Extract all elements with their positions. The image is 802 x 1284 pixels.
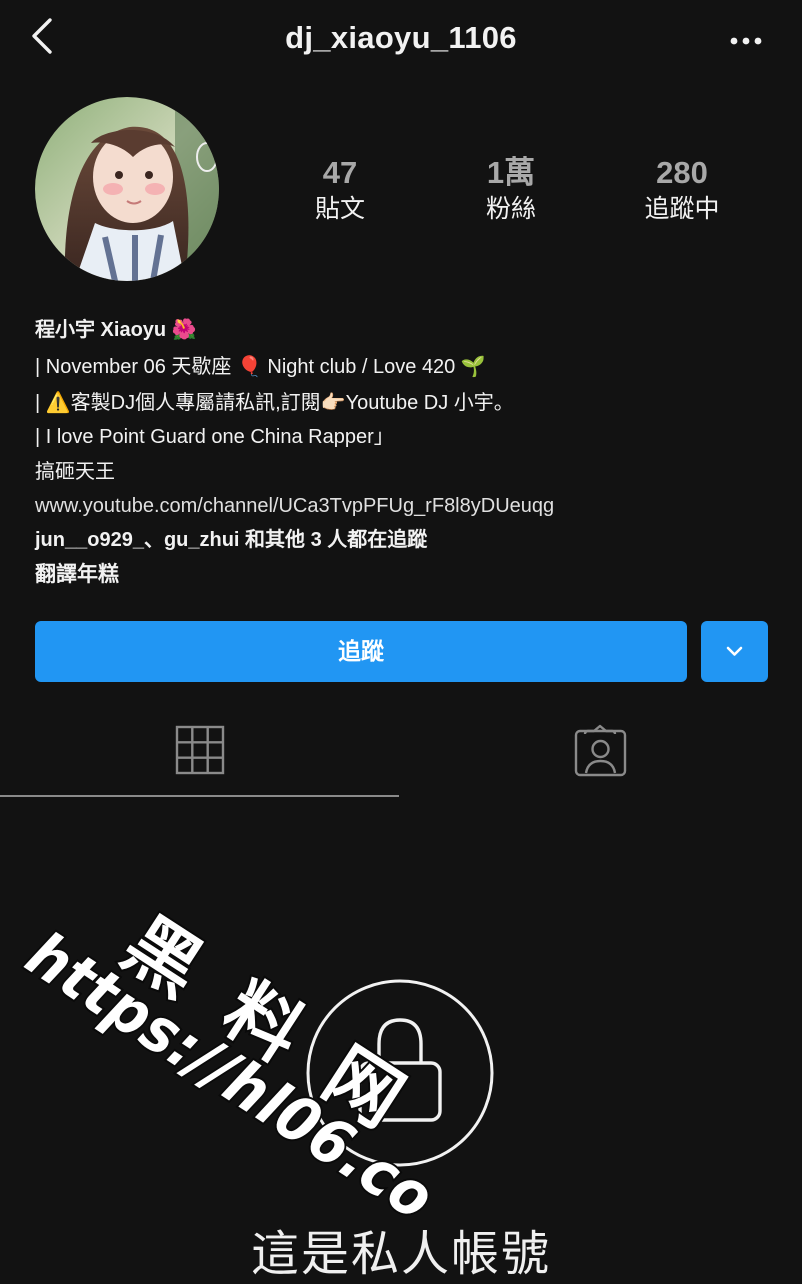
avatar-photo	[35, 97, 219, 281]
display-name: 程小宇 Xiaoyu	[35, 319, 167, 341]
bio-line-1-text-b: Night club / Love 420	[267, 356, 456, 379]
bio-line-3: | I love Point Guard one China Rapper」	[35, 426, 394, 449]
following-count-label: 追蹤中	[644, 195, 720, 223]
hibiscus-emoji: 🌺	[171, 317, 197, 341]
profile-bio: 程小宇 Xiaoyu 🌺 | November 06 天歇座 🎈 Night c…	[35, 312, 775, 592]
follow-button[interactable]: 追蹤	[35, 621, 687, 682]
suggestions-dropdown-button[interactable]	[701, 621, 768, 682]
more-options-button[interactable]	[726, 24, 766, 58]
following-count-value: 280	[656, 155, 708, 190]
followers-count-label: 粉絲	[485, 195, 536, 223]
chevron-down-icon	[726, 646, 743, 656]
posts-count-label: 貼文	[314, 195, 365, 223]
bio-line-2: | ⚠️客製DJ個人專屬請私訊,訂閱👉🏻Youtube DJ 小宇。	[35, 385, 775, 420]
tab-posts-grid[interactable]	[0, 700, 399, 796]
following-count[interactable]: 280 追蹤中	[612, 154, 752, 226]
grid-icon	[175, 725, 225, 775]
followers-count[interactable]: 1萬 粉絲	[441, 154, 581, 226]
followers-count-value: 1萬	[486, 155, 536, 190]
bio-line-1: | November 06 天歇座 🎈 Night club / Love 42…	[35, 349, 775, 384]
bio-line-1-text-a: | November 06 天歇座	[35, 356, 232, 379]
bio-line-2-text-a: |	[35, 391, 41, 414]
seedling-emoji: 🌱	[460, 354, 486, 379]
bio-line-4: 搞砸天王	[35, 460, 115, 483]
tagged-person-icon	[574, 724, 627, 777]
top-bar: dj_xiaoyu_1106	[0, 0, 802, 84]
display-name-line: 程小宇 Xiaoyu 🌺	[35, 312, 775, 347]
posts-count-value: 47	[322, 155, 358, 190]
private-account-badge	[305, 978, 495, 1168]
profile-username: dj_xiaoyu_1106	[285, 20, 517, 55]
profile-avatar[interactable]	[35, 97, 219, 281]
followed-by-text[interactable]: jun__o929_、gu_zhui 和其他 3 人都在追蹤	[35, 523, 775, 557]
active-tab-indicator	[0, 795, 399, 797]
translate-button[interactable]: 翻譯年糕	[35, 558, 775, 592]
lock-icon	[306, 979, 494, 1167]
bio-line-2-text-b: 客製DJ個人專屬請私訊,訂閱	[70, 391, 321, 414]
bio-line-2-text-c: Youtube DJ 小宇。	[345, 391, 514, 414]
tab-tagged[interactable]	[401, 700, 800, 796]
bio-website-link[interactable]: www.youtube.com/channel/UCa3TvpPFUg_rF8l…	[35, 489, 775, 523]
warning-emoji: ⚠️	[45, 389, 71, 414]
posts-count[interactable]: 47 貼文	[270, 154, 410, 226]
balloon-emoji: 🎈	[236, 354, 262, 379]
more-horizontal-icon	[730, 37, 762, 45]
pointing-hand-emoji: 👉🏻	[320, 389, 346, 414]
private-account-text: 這是私人帳號	[250, 1228, 551, 1281]
